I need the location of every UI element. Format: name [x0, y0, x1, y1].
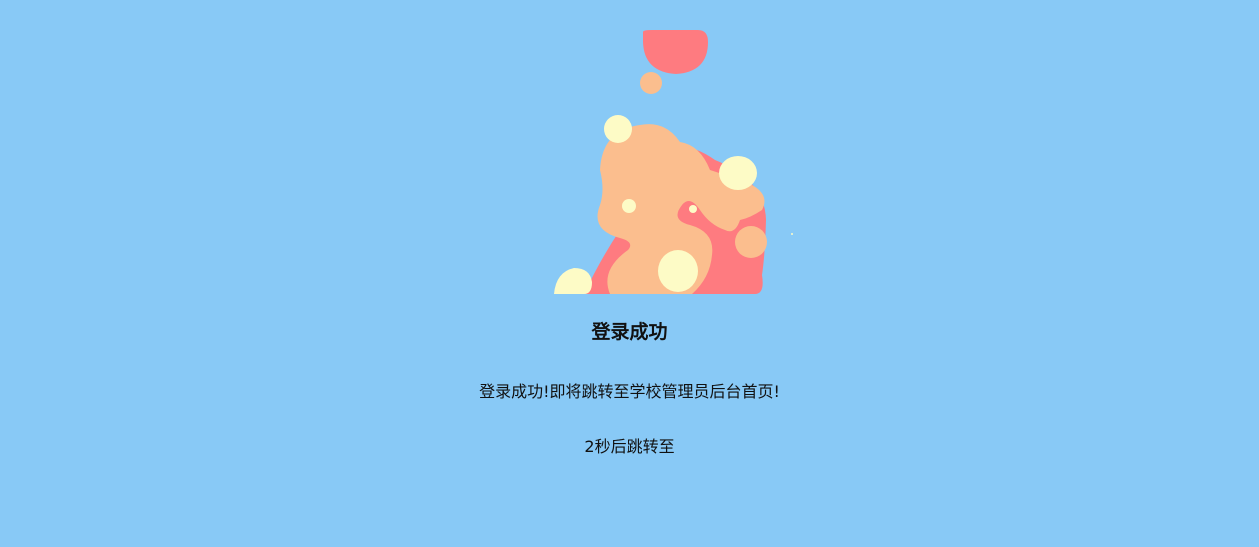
blob-illustration-icon [540, 20, 810, 305]
countdown-suffix: 秒后跳转至 [594, 437, 675, 456]
redirect-notice: 2秒后跳转至 [0, 434, 1259, 460]
login-success-page: 登录成功 登录成功!即将跳转至学校管理员后台首页! 2秒后跳转至 [0, 0, 1259, 547]
countdown-number: 2 [584, 437, 595, 456]
page-title: 登录成功 [591, 321, 668, 343]
status-message: 登录成功!即将跳转至学校管理员后台首页! [479, 382, 780, 401]
